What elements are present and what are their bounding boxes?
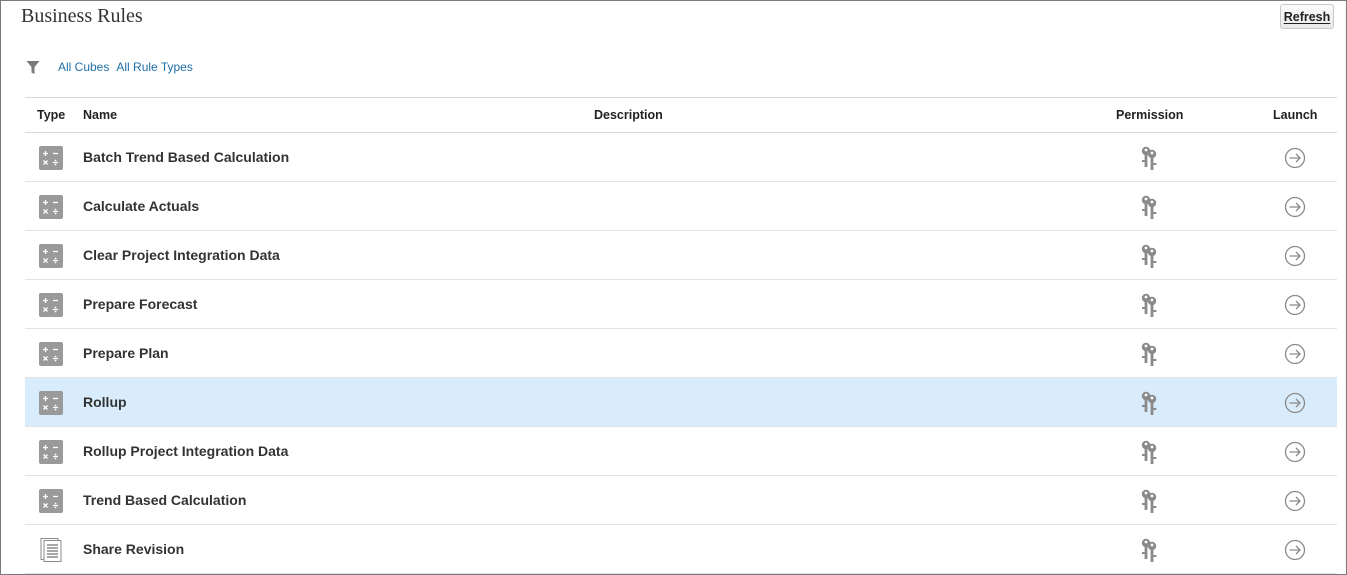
business-rules-panel: Business Rules Refresh All Cubes All Rul… [0,0,1347,575]
permission-keys-icon[interactable] [1136,439,1162,465]
permission-keys-icon[interactable] [1136,537,1162,563]
rule-name[interactable]: Rollup [83,378,127,426]
permission-keys-icon[interactable] [1136,292,1162,318]
rule-type-filter-link[interactable]: All Rule Types [116,60,192,74]
table-row[interactable]: Clear Project Integration Data [25,231,1337,280]
column-header-description[interactable]: Description [594,98,663,132]
calculator-icon [39,293,63,317]
table-row[interactable]: Prepare Plan [25,329,1337,378]
rule-name[interactable]: Rollup Project Integration Data [83,427,288,475]
table-row[interactable]: Share Revision [25,525,1337,574]
calculator-icon [39,195,63,219]
column-header-name[interactable]: Name [83,98,117,132]
filter-icon[interactable] [26,60,40,75]
permission-keys-icon[interactable] [1136,243,1162,269]
rule-name[interactable]: Prepare Forecast [83,280,197,328]
permission-keys-icon[interactable] [1136,194,1162,220]
calculator-icon [39,440,63,464]
page-title: Business Rules [21,5,143,27]
table-row[interactable]: Rollup [25,378,1337,427]
cube-filter-link[interactable]: All Cubes [58,60,109,74]
rule-name[interactable]: Share Revision [83,525,184,573]
launch-arrow-icon[interactable] [1283,146,1307,170]
launch-arrow-icon[interactable] [1283,342,1307,366]
table-header: Type Name Description Permission Launch [25,97,1337,133]
document-icon [39,538,63,562]
permission-keys-icon[interactable] [1136,145,1162,171]
refresh-button[interactable]: Refresh [1280,4,1334,29]
column-header-type[interactable]: Type [37,98,65,132]
calculator-icon [39,244,63,268]
launch-arrow-icon[interactable] [1283,244,1307,268]
permission-keys-icon[interactable] [1136,488,1162,514]
launch-arrow-icon[interactable] [1283,489,1307,513]
table-row[interactable]: Rollup Project Integration Data [25,427,1337,476]
launch-arrow-icon[interactable] [1283,391,1307,415]
launch-arrow-icon[interactable] [1283,293,1307,317]
permission-keys-icon[interactable] [1136,390,1162,416]
table-row[interactable]: Calculate Actuals [25,182,1337,231]
rule-name[interactable]: Trend Based Calculation [83,476,246,524]
table-row[interactable]: Batch Trend Based Calculation [25,133,1337,182]
launch-arrow-icon[interactable] [1283,195,1307,219]
filter-bar: All Cubes All Rule Types [26,58,193,76]
permission-keys-icon[interactable] [1136,341,1162,367]
calculator-icon [39,489,63,513]
table-row[interactable]: Trend Based Calculation [25,476,1337,525]
table-row[interactable]: Prepare Forecast [25,280,1337,329]
column-header-launch[interactable]: Launch [1273,98,1317,132]
calculator-icon [39,146,63,170]
launch-arrow-icon[interactable] [1283,538,1307,562]
rule-name[interactable]: Prepare Plan [83,329,169,377]
launch-arrow-icon[interactable] [1283,440,1307,464]
rule-name[interactable]: Clear Project Integration Data [83,231,280,279]
rule-name[interactable]: Batch Trend Based Calculation [83,133,289,181]
rule-name[interactable]: Calculate Actuals [83,182,199,230]
calculator-icon [39,342,63,366]
table-body: Batch Trend Based Calculation Calculate A… [25,133,1337,574]
rules-table: Type Name Description Permission Launch … [25,97,1337,574]
calculator-icon [39,391,63,415]
column-header-permission[interactable]: Permission [1116,98,1183,132]
